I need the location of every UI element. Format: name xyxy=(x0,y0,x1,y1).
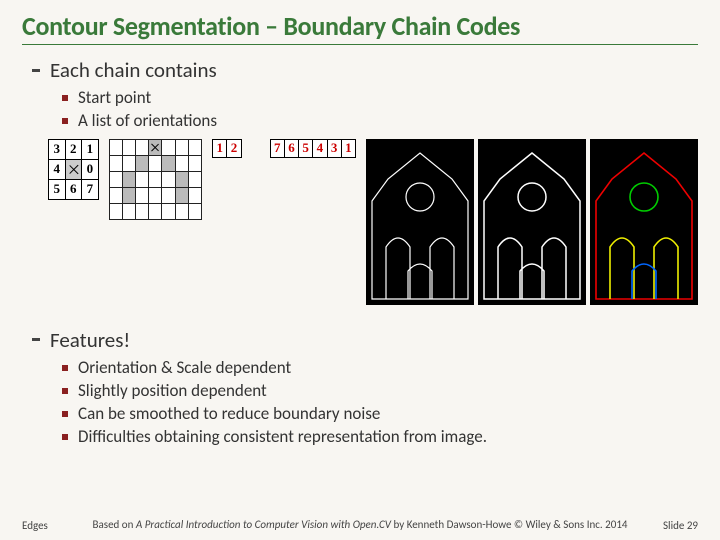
direction-grid: 3 2 1 4 0 5 6 7 xyxy=(48,139,99,200)
direction-center-icon xyxy=(65,159,82,179)
pixel-grid xyxy=(109,139,203,220)
chain-strip-a: 1 2 xyxy=(212,139,241,158)
bullet-item: Orientation & Scale dependent xyxy=(62,357,698,380)
footer-attribution: Based on A Practical Introduction to Com… xyxy=(92,518,628,532)
footer-right: Slide 29 xyxy=(628,519,698,532)
slide: Contour Segmentation – Boundary Chain Co… xyxy=(0,0,720,540)
section-features: Features! Orientation & Scale dependent … xyxy=(32,327,698,449)
chain-strip-b: 7 6 5 4 3 1 xyxy=(270,139,356,158)
section-heading: Each chain contains xyxy=(32,57,698,83)
section-heading: Features! xyxy=(32,327,698,353)
contour-images xyxy=(366,139,698,305)
chain-strips: 1 2 7 6 5 4 3 1 xyxy=(212,139,356,158)
contour-image-outline xyxy=(478,139,586,305)
contour-image-color xyxy=(590,139,698,305)
section-heading-text: Features! xyxy=(50,327,130,353)
start-pixel-icon xyxy=(149,139,162,155)
figure-row: 3 2 1 4 0 5 6 7 xyxy=(48,139,698,305)
bullet-item: Start point xyxy=(62,87,698,110)
bullet-item: Difficulties obtaining consistent repres… xyxy=(62,426,698,449)
section-chain: Each chain contains Start point A list o… xyxy=(32,57,698,133)
contour-image-edges xyxy=(366,139,474,305)
slide-title: Contour Segmentation – Boundary Chain Co… xyxy=(22,10,698,45)
slide-footer: Edges Based on A Practical Introduction … xyxy=(0,518,720,532)
footer-left: Edges xyxy=(22,519,92,532)
bullet-item: A list of orientations xyxy=(62,110,698,133)
section-heading-text: Each chain contains xyxy=(50,57,217,83)
bullet-item: Can be smoothed to reduce boundary noise xyxy=(62,403,698,426)
bullet-item: Slightly position dependent xyxy=(62,380,698,403)
